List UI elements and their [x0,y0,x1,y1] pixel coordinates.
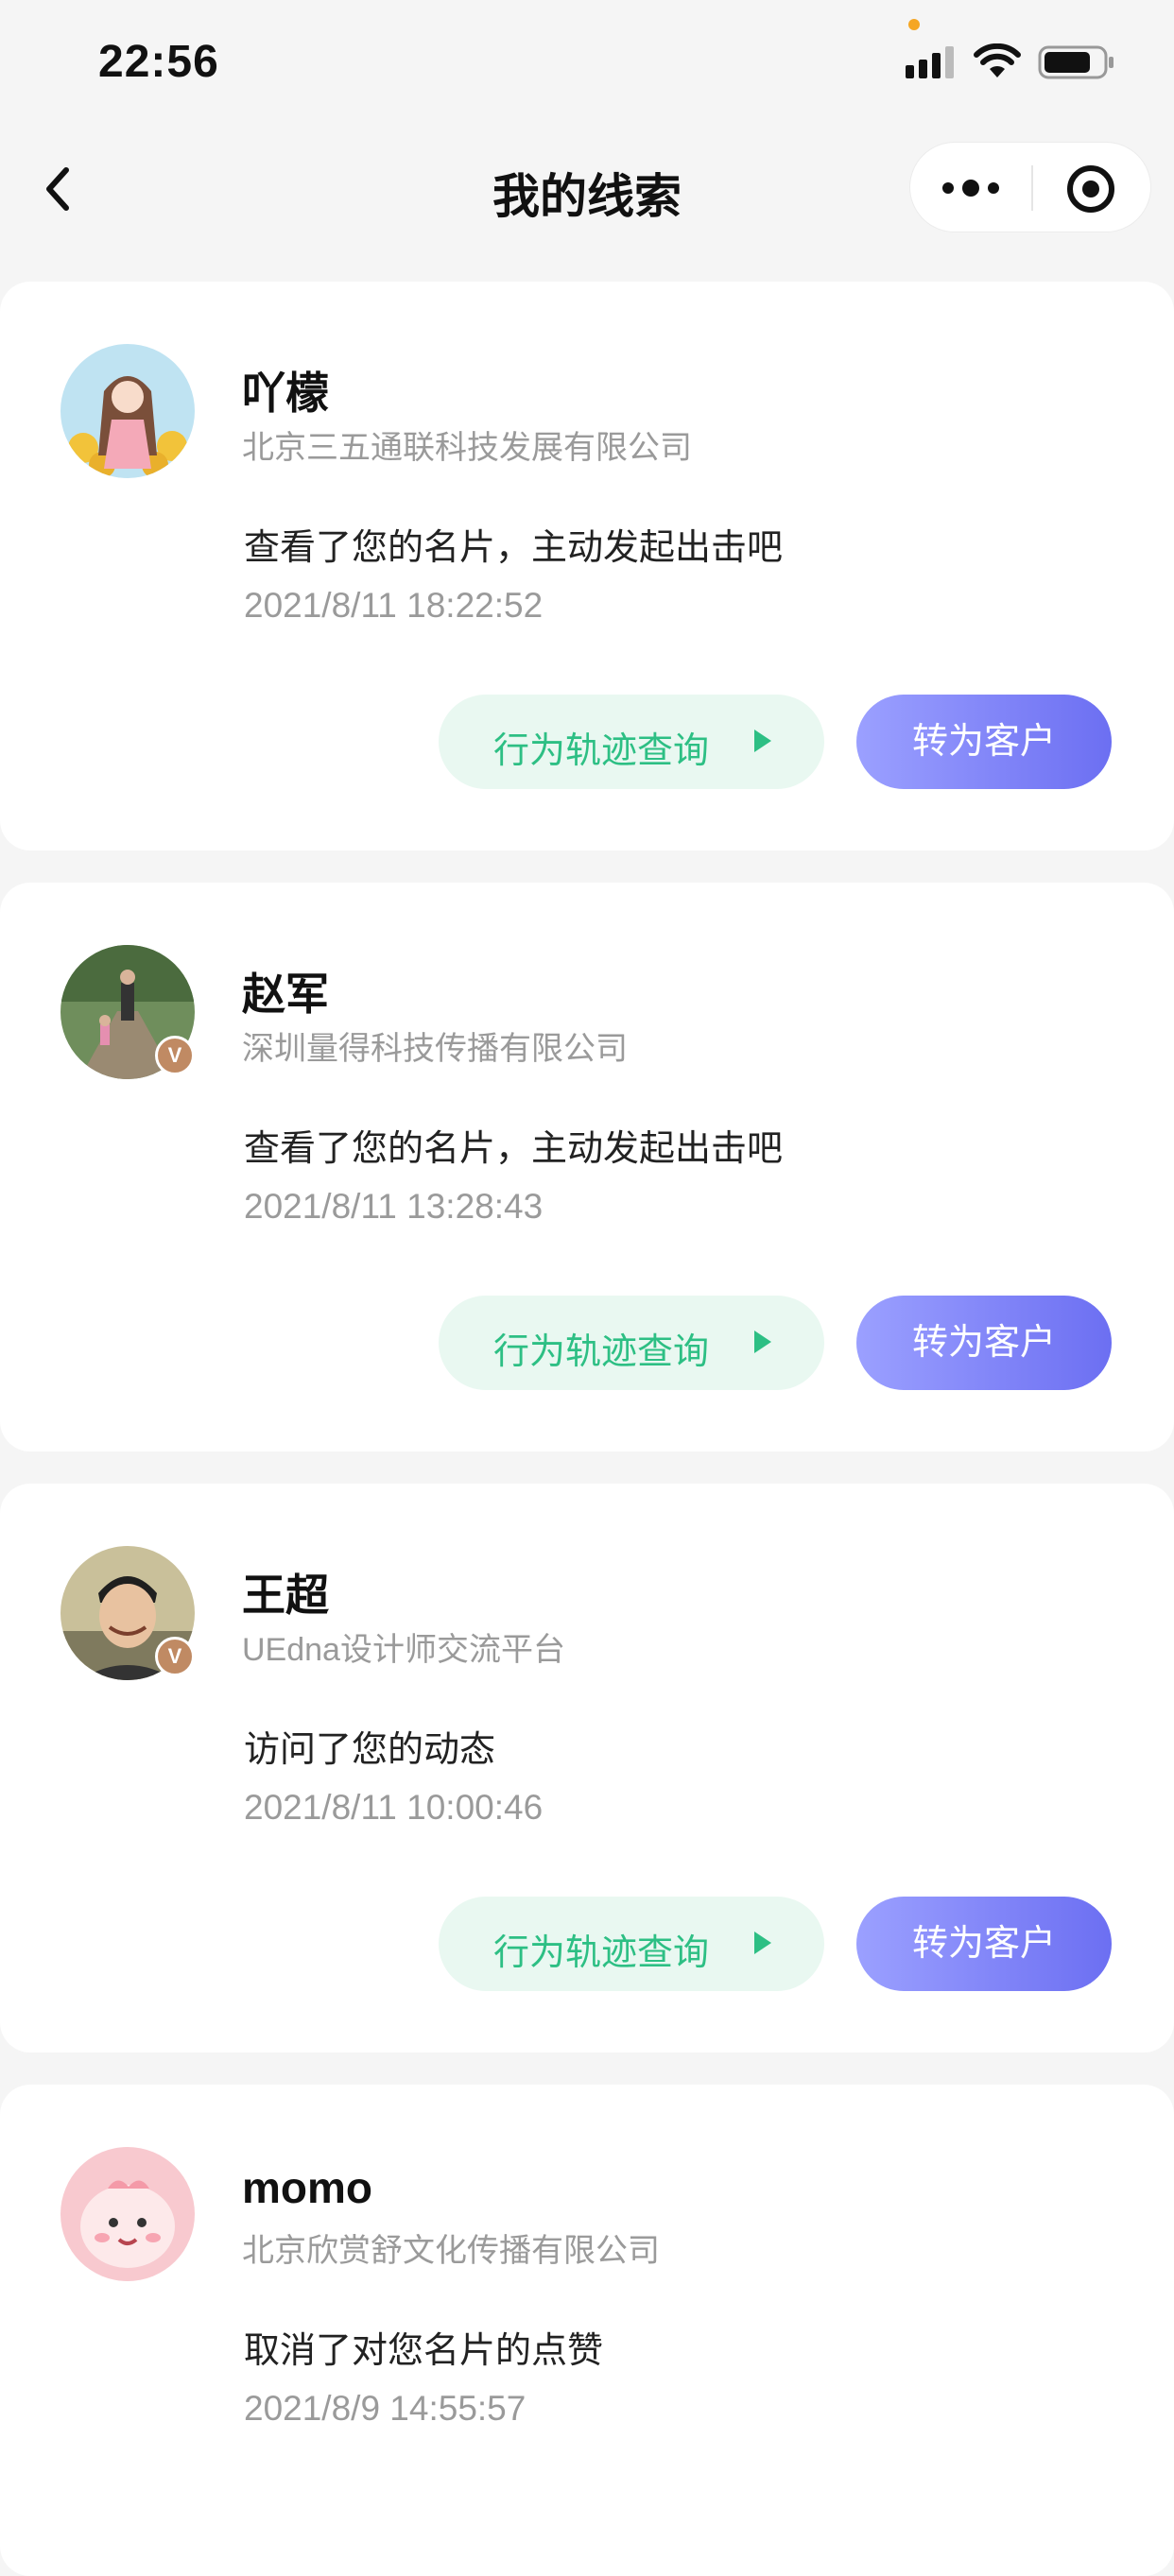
play-arrow-icon [754,730,771,752]
behavior-track-button[interactable]: 行为轨迹查询 [439,1296,824,1390]
verified-badge: V [155,1036,195,1075]
lead-company: 深圳量得科技传播有限公司 [242,1031,628,1067]
behavior-track-label: 行为轨迹查询 [493,731,710,771]
capsule-divider [1031,165,1033,211]
play-arrow-icon [754,1331,771,1353]
lead-action: 访问了您的动态 [244,1730,496,1770]
lead-action: 查看了您的名片，主动发起出击吧 [244,528,784,568]
status-time: 22:56 [98,37,219,87]
cellular-signal-icon [906,46,954,78]
convert-to-customer-button[interactable]: 转为客户 [856,1296,1112,1390]
miniprogram-capsule [909,142,1151,232]
lead-action: 取消了对您名片的点赞 [244,2331,604,2371]
lead-name: 王超 [242,1571,329,1620]
close-target-icon[interactable] [1065,163,1116,215]
verified-badge: V [155,1637,195,1676]
lead-time: 2021/8/11 13:28:43 [244,1187,544,1226]
convert-to-customer-button[interactable]: 转为客户 [856,1897,1112,1991]
lead-company: 北京欣赏舒文化传播有限公司 [242,2233,660,2269]
lead-card[interactable]: V 王超 UEdna设计师交流平台 访问了您的动态 2021/8/11 10:0… [0,1484,1174,2052]
navigation-bar: 我的线索 [0,142,1174,236]
lead-card[interactable]: momo 北京欣赏舒文化传播有限公司 取消了对您名片的点赞 2021/8/9 1… [0,2085,1174,2576]
behavior-track-button[interactable]: 行为轨迹查询 [439,1897,824,1991]
avatar [60,2147,195,2281]
status-bar: 22:56 [0,0,1174,123]
lead-time: 2021/8/11 18:22:52 [244,586,544,625]
lead-card[interactable]: V 赵军 深圳量得科技传播有限公司 查看了您的名片，主动发起出击吧 2021/8… [0,883,1174,1451]
behavior-track-label: 行为轨迹查询 [493,1933,710,1973]
lead-name: momo [242,2163,372,2212]
lead-card[interactable]: 吖檬 北京三五通联科技发展有限公司 查看了您的名片，主动发起出击吧 2021/8… [0,282,1174,850]
avatar [60,344,195,478]
convert-to-customer-button[interactable]: 转为客户 [856,695,1112,789]
behavior-track-button[interactable]: 行为轨迹查询 [439,695,824,789]
battery-icon [1038,45,1114,79]
lead-name: 赵军 [242,970,329,1019]
more-dots-icon[interactable] [939,169,1003,207]
lead-company: 北京三五通联科技发展有限公司 [242,430,692,466]
lead-time: 2021/8/9 14:55:57 [244,2389,527,2428]
wifi-icon [974,43,1021,77]
lead-time: 2021/8/11 10:00:46 [244,1788,544,1827]
lead-action: 查看了您的名片，主动发起出击吧 [244,1129,784,1169]
lead-name: 吖檬 [242,369,329,418]
play-arrow-icon [754,1932,771,1954]
recording-indicator-dot [908,19,920,30]
behavior-track-label: 行为轨迹查询 [493,1332,710,1372]
lead-company: UEdna设计师交流平台 [242,1632,565,1668]
